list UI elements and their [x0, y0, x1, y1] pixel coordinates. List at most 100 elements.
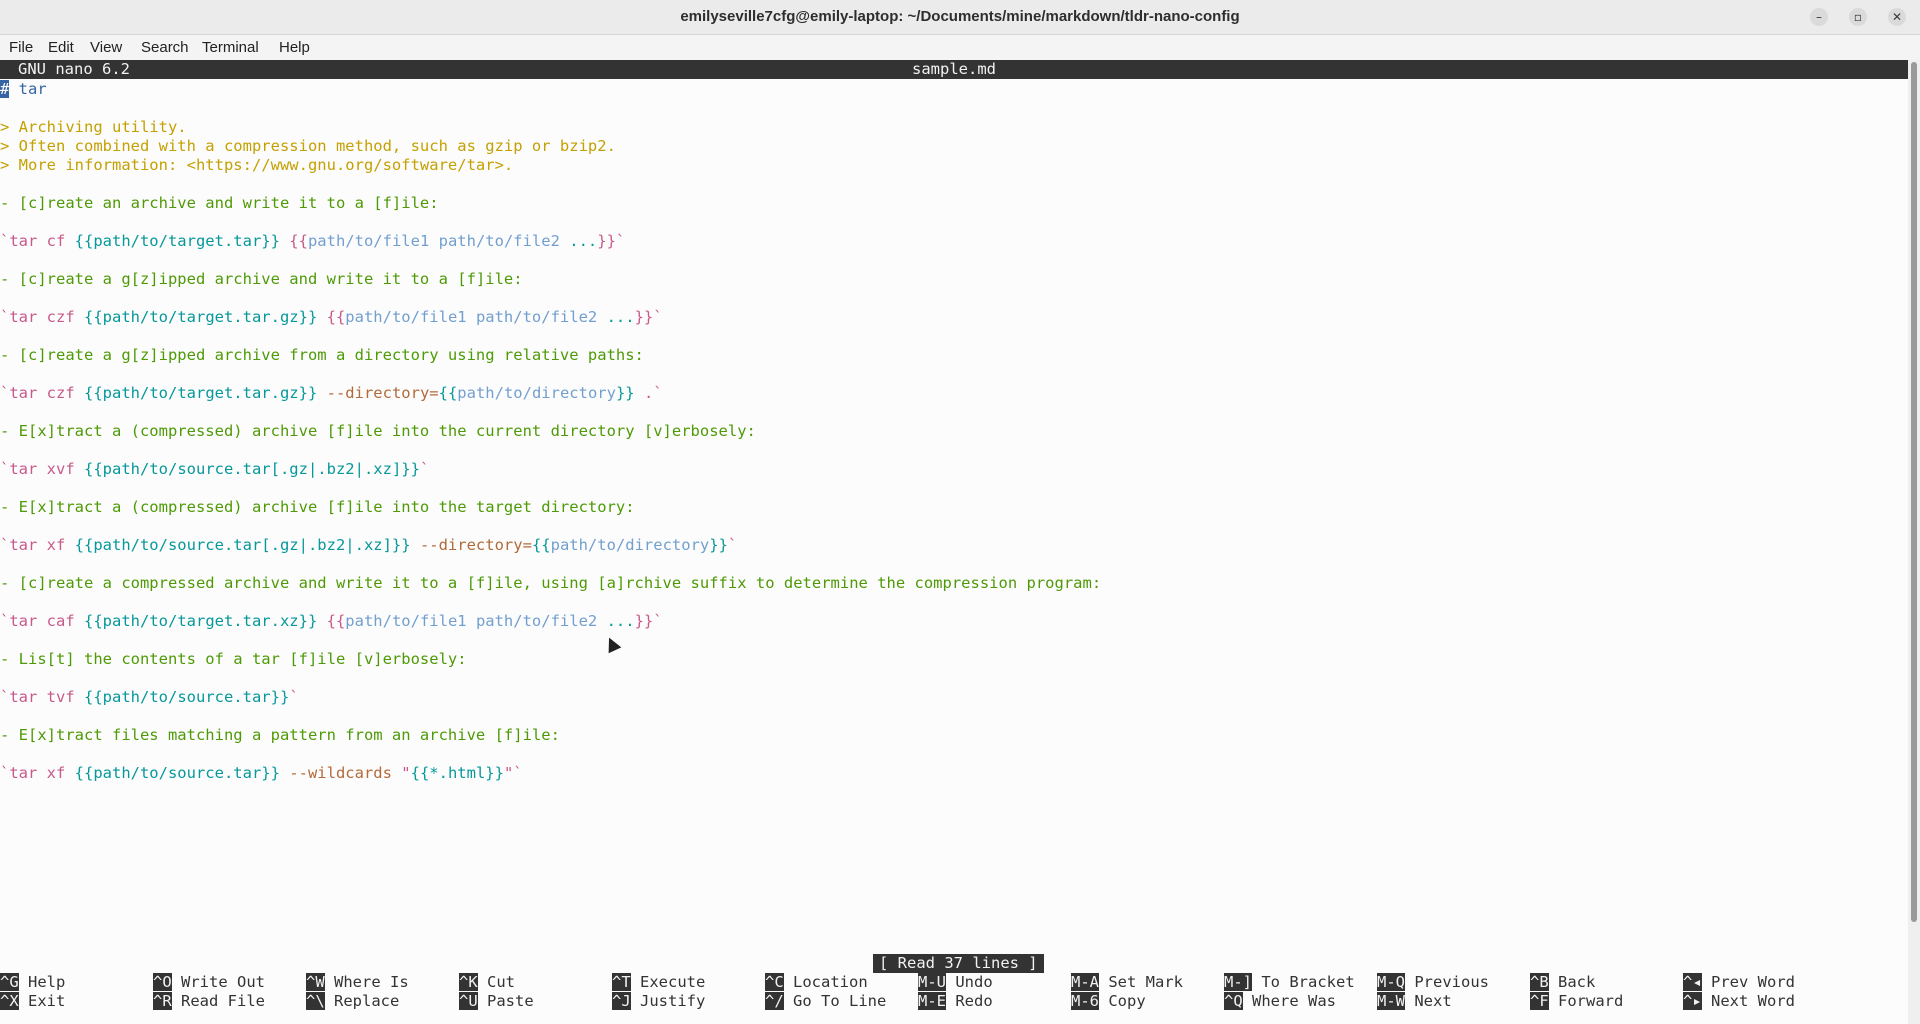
editor-text-span: > More information: <https://www.gnu.org… — [0, 156, 514, 174]
editor-text-span: path/to/file1 path/to/file2 — [307, 232, 570, 250]
editor-line[interactable] — [0, 175, 1900, 194]
editor-line[interactable] — [0, 213, 1900, 232]
shortcut-key: ^T — [612, 973, 631, 991]
editor-line[interactable] — [0, 593, 1900, 612]
menu-help[interactable]: Help — [279, 39, 310, 56]
editor-line[interactable]: `tar xf {{path/to/source.tar[.gz|.bz2|.x… — [0, 536, 1900, 555]
window-titlebar[interactable]: emilyseville7cfg@emily-laptop: ~/Documen… — [0, 0, 1920, 35]
editor-line[interactable]: `tar cf {{path/to/target.tar}} {{path/to… — [0, 232, 1900, 251]
editor-line[interactable]: - E[x]tract a (compressed) archive [f]il… — [0, 422, 1900, 441]
shortcut-label: Set Mark — [1099, 973, 1183, 991]
editor-text-span: {{path/to/source.tar[.gz|.bz2|.xz]}} — [74, 536, 411, 554]
menu-view[interactable]: View — [90, 39, 122, 56]
editor-line[interactable] — [0, 327, 1900, 346]
shortcut-label: Cut — [477, 973, 515, 991]
editor-line[interactable] — [0, 745, 1900, 764]
shortcut-key: ^W — [306, 973, 325, 991]
shortcut-item: ^W Where Is — [306, 973, 409, 992]
terminal-area[interactable]: GNU nano 6.2 sample.md # tar > Archiving … — [0, 60, 1908, 1024]
shortcut-label: Previous — [1405, 973, 1489, 991]
shortcut-key: M-U — [918, 973, 946, 991]
editor-text-span: {{ — [531, 536, 551, 554]
shortcut-label: Read File — [171, 992, 265, 1010]
editor-line[interactable] — [0, 441, 1900, 460]
shortcut-label: Prev Word — [1701, 973, 1795, 991]
editor-line[interactable] — [0, 251, 1900, 270]
shortcut-key: M-W — [1377, 992, 1405, 1010]
editor-text-span: - E[x]tract files matching a pattern fro… — [0, 726, 560, 744]
editor-line[interactable] — [0, 555, 1900, 574]
shortcut-label: Undo — [946, 973, 993, 991]
window-title: emilyseville7cfg@emily-laptop: ~/Documen… — [680, 8, 1240, 25]
editor-line[interactable] — [0, 289, 1900, 308]
scrollbar[interactable] — [1908, 60, 1920, 1024]
editor-line[interactable] — [0, 517, 1900, 536]
editor-line[interactable]: > Archiving utility. — [0, 118, 1900, 137]
shortcut-key: ^R — [153, 992, 172, 1010]
editor-line[interactable]: - E[x]tract files matching a pattern fro… — [0, 726, 1900, 745]
shortcut-label: Execute — [630, 973, 706, 991]
editor-line[interactable]: > More information: <https://www.gnu.org… — [0, 156, 1900, 175]
menu-search[interactable]: Search — [141, 39, 189, 56]
editor-line[interactable] — [0, 403, 1900, 422]
editor-line[interactable]: - [c]reate a compressed archive and writ… — [0, 574, 1900, 593]
editor-line[interactable]: `tar czf {{path/to/target.tar.gz}} {{pat… — [0, 308, 1900, 327]
editor-line[interactable]: `tar czf {{path/to/target.tar.gz}} --dir… — [0, 384, 1900, 403]
shortcut-item: M-E Redo — [918, 992, 993, 1011]
shortcut-label: Where Is — [324, 973, 409, 991]
menu-file[interactable]: File — [9, 39, 33, 56]
scrollbar-thumb[interactable] — [1911, 62, 1917, 922]
shortcut-key: ^/ — [765, 992, 784, 1010]
editor-line[interactable]: - [c]reate an archive and write it to a … — [0, 194, 1900, 213]
editor-line[interactable]: `tar tvf {{path/to/source.tar}}` — [0, 688, 1900, 707]
editor-text-span: {{path/to/target.tar.gz}} — [84, 308, 318, 326]
editor-line[interactable] — [0, 479, 1900, 498]
shortcut-item: M-W Next — [1377, 992, 1452, 1011]
shortcut-label: Exit — [18, 992, 66, 1010]
editor-line[interactable]: `tar caf {{path/to/target.tar.xz}} {{pat… — [0, 612, 1900, 631]
editor-line[interactable] — [0, 669, 1900, 688]
editor-line[interactable] — [0, 707, 1900, 726]
shortcut-label: Location — [783, 973, 868, 991]
editor-line[interactable] — [0, 365, 1900, 384]
shortcut-key: ^K — [459, 973, 478, 991]
editor-text-span: --directory= — [410, 536, 532, 554]
shortcut-item: M-U Undo — [918, 973, 993, 992]
shortcut-item: ^O Write Out — [153, 973, 265, 992]
editor-text-span: - E[x]tract a (compressed) archive [f]il… — [0, 422, 756, 440]
shortcut-key: M-Q — [1377, 973, 1405, 991]
editor-line[interactable]: - Lis[t] the contents of a tar [f]ile [v… — [0, 650, 1900, 669]
editor-line[interactable]: `tar xvf {{path/to/source.tar[.gz|.bz2|.… — [0, 460, 1900, 479]
editor-text-span: --wildcards — [279, 764, 402, 782]
shortcut-item: M-] To Bracket — [1224, 973, 1355, 992]
editor-line[interactable]: # tar — [0, 80, 1900, 99]
editor-text-span: }}` — [597, 232, 626, 250]
editor-text-span: --directory= — [317, 384, 439, 402]
shortcut-item: ^◂ Prev Word — [1683, 973, 1795, 992]
editor-line[interactable]: > Often combined with a compression meth… — [0, 137, 1900, 156]
editor-line[interactable]: - E[x]tract a (compressed) archive [f]il… — [0, 498, 1900, 517]
close-icon[interactable]: ✕ — [1888, 8, 1906, 26]
shortcut-label: Paste — [477, 992, 534, 1010]
editor-line[interactable] — [0, 99, 1900, 118]
status-message: [ Read 37 lines ] — [873, 954, 1044, 973]
menu-edit[interactable]: Edit — [48, 39, 74, 56]
editor-line[interactable]: - [c]reate a g[z]ipped archive and write… — [0, 270, 1900, 289]
editor-line[interactable]: `tar xf {{path/to/source.tar}} --wildcar… — [0, 764, 1900, 783]
shortcut-item: ^J Justify — [612, 992, 705, 1011]
editor-text-span: }}` — [634, 612, 663, 630]
shortcut-key: M-6 — [1071, 992, 1099, 1010]
maximize-icon[interactable]: ▫ — [1849, 8, 1867, 26]
shortcut-key: ^Q — [1224, 992, 1243, 1010]
editor-text-span: - Lis[t] the contents of a tar [f]ile [v… — [0, 650, 467, 668]
shortcut-item: ^R Read File — [153, 992, 265, 1011]
editor-line[interactable] — [0, 631, 1900, 650]
menu-terminal[interactable]: Terminal — [202, 39, 259, 56]
shortcut-key: ^◂ — [1683, 973, 1702, 991]
editor-text-span: ... — [569, 232, 598, 250]
shortcut-item: M-6 Copy — [1071, 992, 1146, 1011]
editor-line[interactable]: - [c]reate a g[z]ipped archive from a di… — [0, 346, 1900, 365]
editor-text-span: - [c]reate a g[z]ipped archive and write… — [0, 270, 523, 288]
shortcut-key: ^J — [612, 992, 631, 1010]
minimize-icon[interactable]: – — [1810, 8, 1828, 26]
